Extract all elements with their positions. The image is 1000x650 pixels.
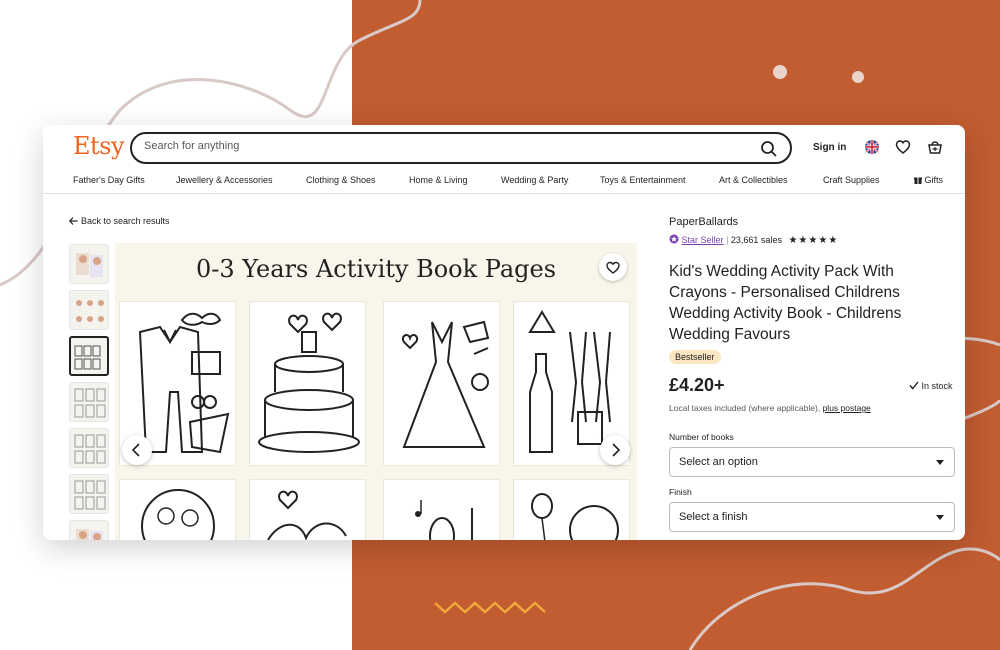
thumbnail-image: [76, 253, 103, 277]
coloring-page-doves: [249, 479, 366, 540]
etsy-logo[interactable]: Etsy: [73, 132, 125, 160]
stock-label: In stock: [921, 381, 953, 391]
nav-item[interactable]: Jewellery & Accessories: [176, 175, 273, 185]
postage-link[interactable]: plus postage: [823, 403, 871, 413]
nav-item[interactable]: Father's Day Gifts: [73, 175, 145, 185]
chevron-right-icon: [612, 443, 621, 457]
thumbnail-image: [76, 300, 104, 322]
violin-drawing: [415, 500, 473, 540]
thumbnail-image: [76, 529, 103, 540]
thumbnail[interactable]: [69, 382, 109, 422]
seller-info: Star Seller | 23,661 sales ★★★★★: [669, 234, 838, 246]
search-input[interactable]: [144, 140, 744, 152]
select-value: Select a finish: [679, 511, 748, 523]
thumbnail[interactable]: [69, 520, 109, 540]
thumbnail-image: [74, 345, 101, 370]
check-icon: [909, 381, 919, 390]
thumbnail-strip: [69, 244, 109, 540]
coloring-page-bouquet: [119, 479, 236, 540]
thumbnail-selected[interactable]: [69, 336, 109, 376]
nav-item[interactable]: Clothing & Shoes: [306, 175, 376, 185]
heart-icon: [606, 261, 620, 274]
previous-image-button[interactable]: [122, 435, 152, 465]
coloring-page-violin: [383, 479, 500, 540]
bouquet-drawing: [141, 489, 215, 540]
browser-window: Etsy Sign in F: [43, 125, 965, 540]
option-label-finish: Finish: [669, 487, 692, 497]
thumbnail[interactable]: [69, 244, 109, 284]
dropdown-arrow-icon: [936, 460, 944, 465]
chevron-left-icon: [131, 443, 140, 457]
thumbnail-image: [74, 388, 106, 418]
option-label-books: Number of books: [669, 432, 734, 442]
bestseller-badge: Bestseller: [669, 350, 721, 364]
doves-drawing: [267, 490, 347, 540]
cake-drawing: [258, 312, 360, 453]
back-to-search-link[interactable]: Back to search results: [68, 216, 170, 226]
thumbnail-image: [74, 480, 106, 510]
thumbnail[interactable]: [69, 428, 109, 468]
product-image: 0-3 Years Activity Book Pages: [115, 243, 637, 540]
thumbnail[interactable]: [69, 290, 109, 330]
next-image-button[interactable]: [600, 435, 630, 465]
product-price: £4.20+: [669, 375, 725, 395]
arrow-left-icon: [68, 217, 78, 225]
back-link-label: Back to search results: [81, 216, 170, 226]
dress-drawing: [401, 320, 490, 448]
image-title: 0-3 Years Activity Book Pages: [195, 255, 557, 283]
star-seller-label[interactable]: Star Seller: [682, 235, 724, 245]
stock-status: In stock: [909, 381, 953, 391]
rating-stars[interactable]: ★★★★★: [788, 235, 838, 246]
thumbnail-image: [74, 434, 106, 464]
tax-info: Local taxes included (where applicable),…: [669, 403, 871, 413]
favorite-button[interactable]: [599, 253, 627, 281]
coloring-page-cake: [249, 301, 366, 466]
thumbnail[interactable]: [69, 474, 109, 514]
product-details: PaperBallards Star Seller | 23,661 sales…: [669, 125, 965, 540]
finish-select[interactable]: Select a finish: [669, 502, 955, 532]
tax-text: Local taxes included (where applicable),: [669, 403, 821, 413]
select-value: Select an option: [679, 456, 758, 468]
dropdown-arrow-icon: [936, 515, 944, 520]
balloons-drawing: [531, 493, 619, 540]
number-of-books-select[interactable]: Select an option: [669, 447, 955, 477]
coloring-page-dress: [383, 301, 500, 466]
shop-name-link[interactable]: PaperBallards: [669, 216, 738, 228]
product-title: Kid's Wedding Activity Pack With Crayons…: [669, 263, 902, 343]
nav-item[interactable]: Wedding & Party: [501, 175, 568, 185]
star-seller-icon: [669, 234, 679, 244]
nav-item[interactable]: Home & Living: [409, 175, 468, 185]
coloring-page-balloons: [513, 479, 630, 540]
sales-count: 23,661 sales: [730, 235, 782, 245]
